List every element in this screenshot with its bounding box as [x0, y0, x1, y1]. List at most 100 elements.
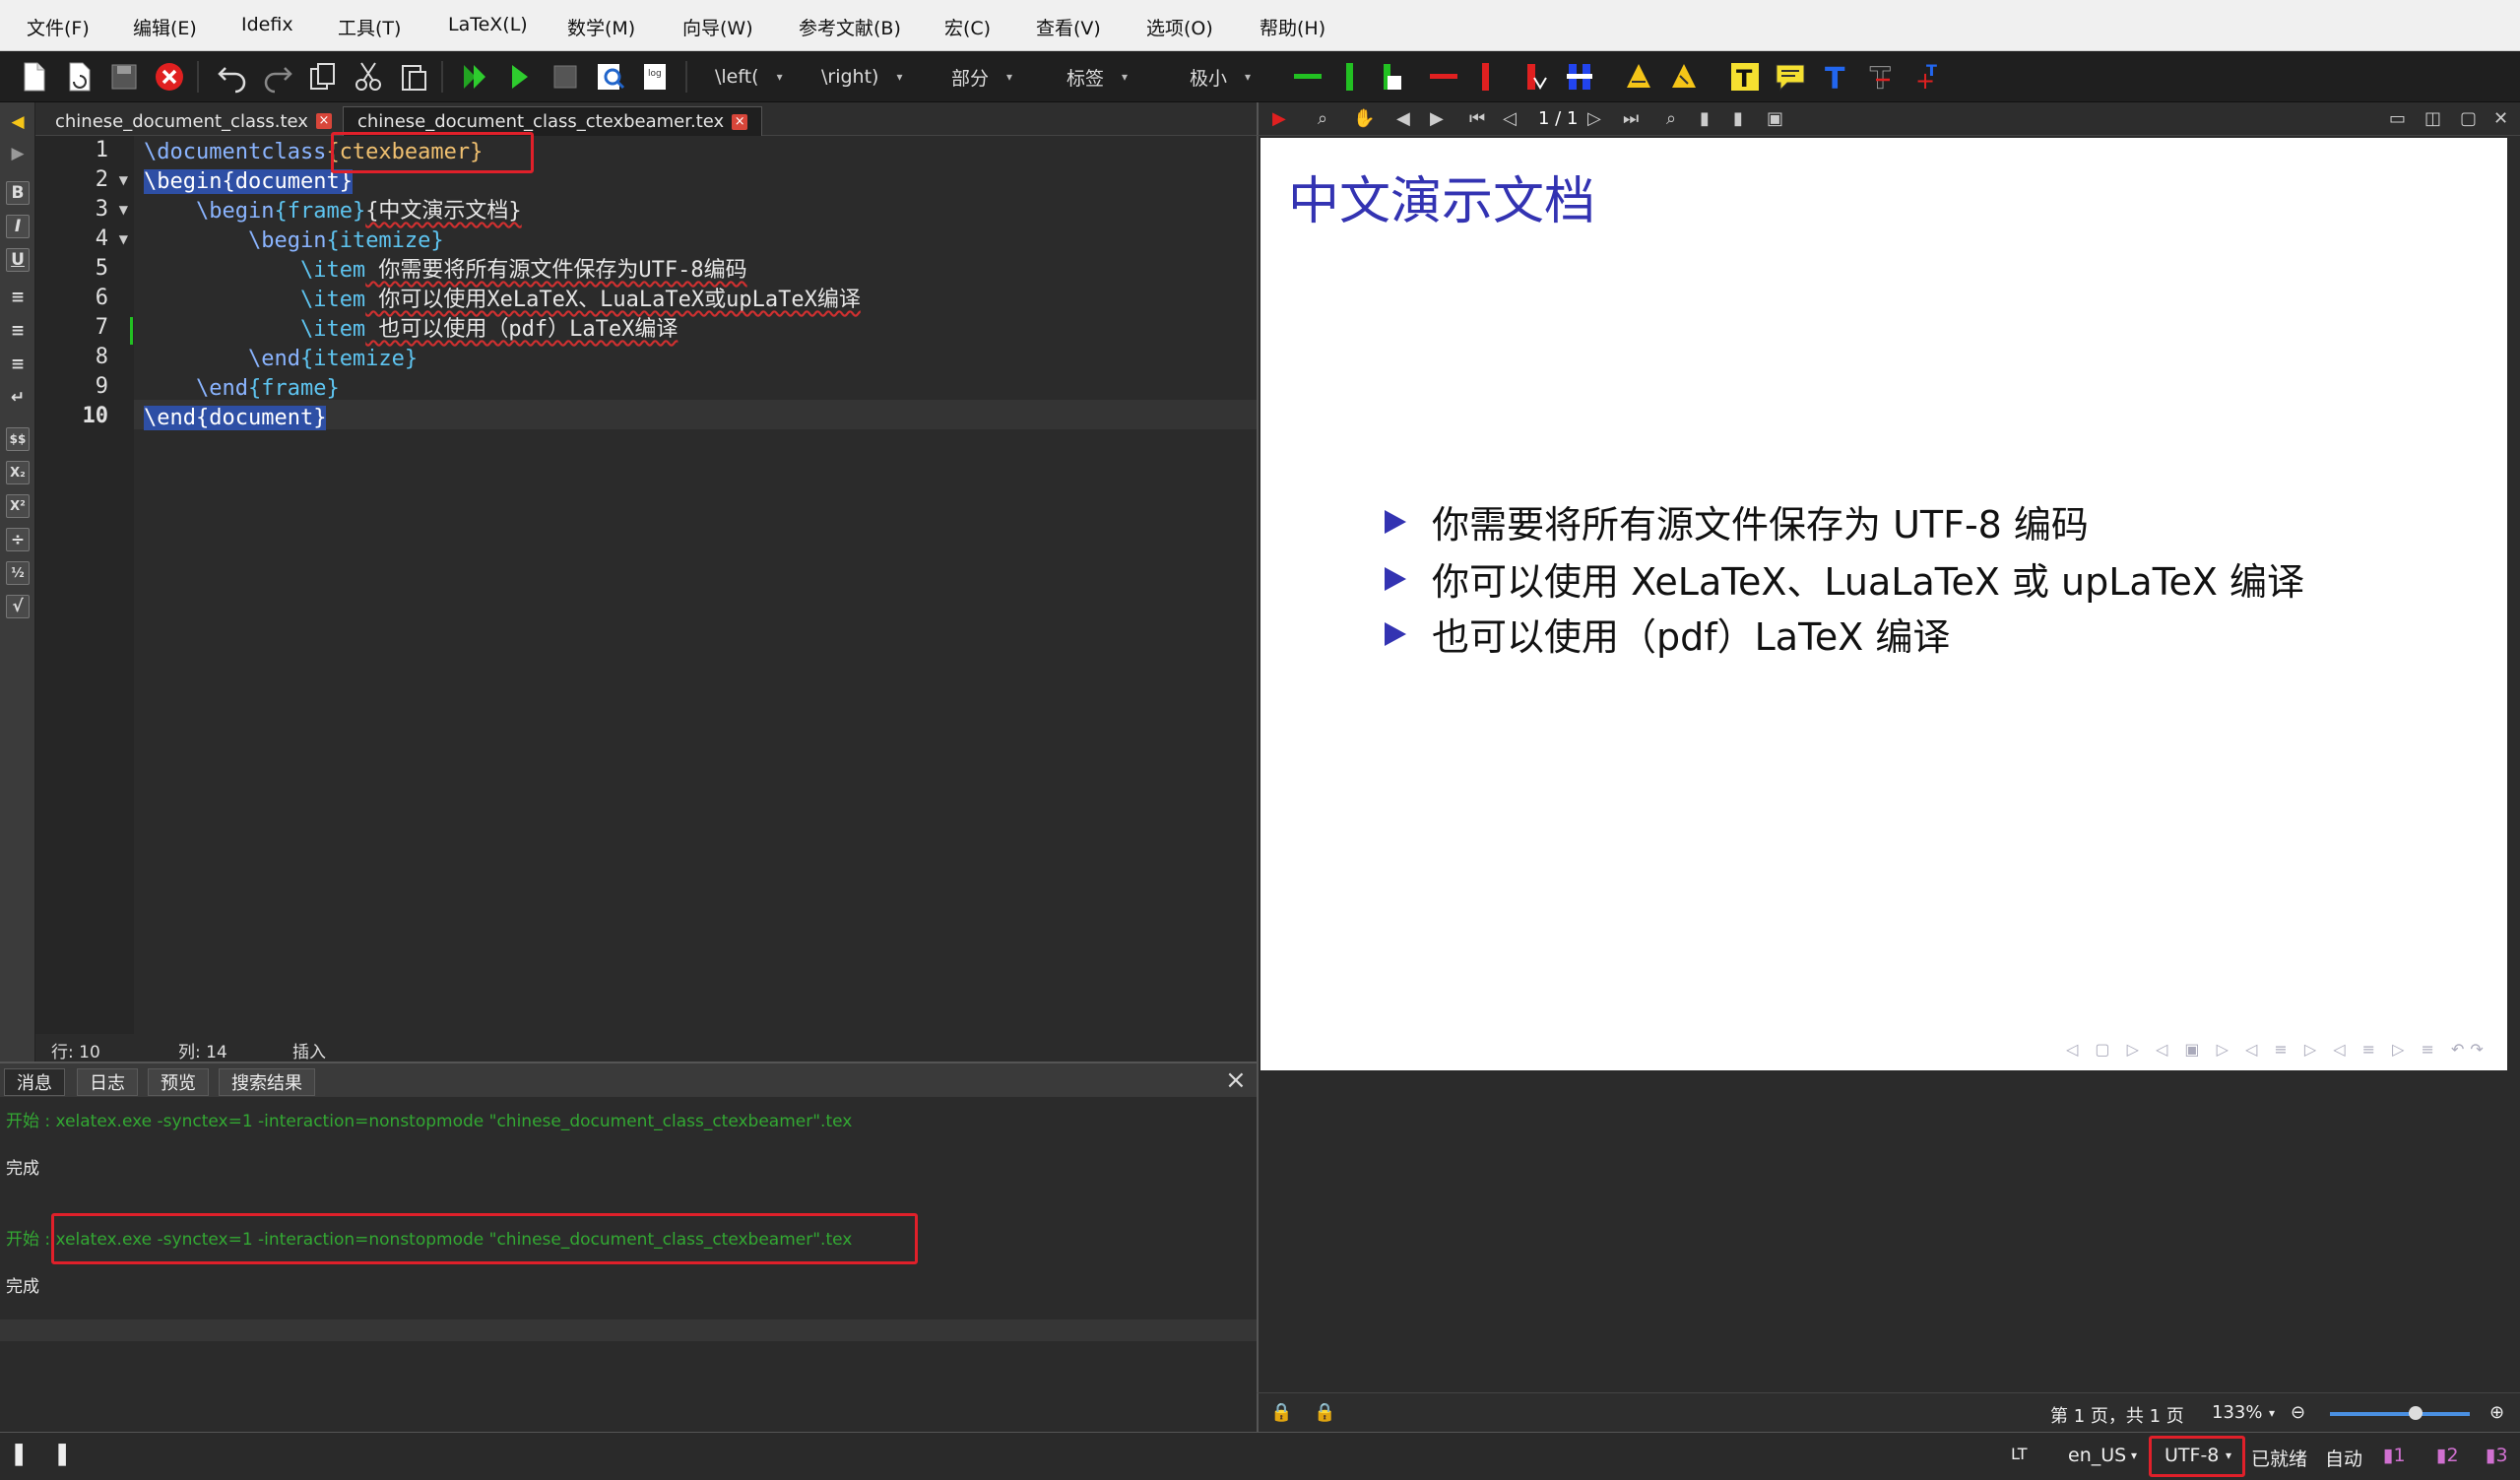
menu-math[interactable]: 数学(M) [567, 14, 635, 40]
italic-icon[interactable]: I [6, 215, 30, 238]
highlight-marker-icon[interactable] [1621, 59, 1656, 95]
table-add-column-icon[interactable] [1331, 59, 1367, 95]
language-dropdown-icon[interactable]: ▾ [2131, 1448, 2137, 1462]
text-strike-icon[interactable]: T [1863, 59, 1899, 95]
save-icon[interactable] [106, 59, 142, 95]
section-combo[interactable]: 部分 ▾ [951, 63, 1012, 91]
compile-icon[interactable] [502, 59, 538, 95]
superscript-icon[interactable]: X² [6, 494, 30, 518]
underline-icon[interactable]: U [6, 248, 30, 272]
sqrt-icon[interactable]: √ [6, 595, 30, 618]
close-viewer-icon[interactable]: ✕ [2493, 108, 2508, 129]
stop-compile-icon[interactable] [548, 59, 583, 95]
last-page-icon[interactable]: ⏭ [1623, 108, 1639, 129]
new-file-icon[interactable] [16, 59, 51, 95]
close-tab-icon[interactable]: × [315, 113, 332, 129]
menu-view[interactable]: 查看(V) [1036, 14, 1101, 40]
menu-bibliography[interactable]: 参考文献(B) [799, 14, 901, 40]
build-view-icon[interactable] [457, 59, 492, 95]
fold-arrow-icon[interactable]: ▼ [119, 203, 128, 217]
left-delimiter-combo[interactable]: \left(▾ [715, 63, 783, 91]
pdf-viewer[interactable]: 中文演示文档 你需要将所有源文件保存为 UTF-8 编码 你可以使用 XeLaT… [1257, 136, 2520, 1432]
zoom-search-icon[interactable]: ⌕ [1318, 108, 1327, 129]
bookmark-3-icon[interactable]: ▮3 [2486, 1445, 2508, 1466]
fold-arrow-icon[interactable]: ▼ [119, 173, 128, 187]
undo-icon[interactable] [215, 59, 250, 95]
zoom-out-icon[interactable]: ⊖ [2291, 1402, 2305, 1423]
table-remove-row-icon[interactable] [1426, 59, 1461, 95]
table-align-icon[interactable] [1562, 59, 1597, 95]
open-file-icon[interactable] [61, 59, 97, 95]
tab-preview[interactable]: 预览 [148, 1068, 209, 1096]
menu-options[interactable]: 选项(O) [1146, 14, 1213, 40]
next-page-icon[interactable]: ▷ [1587, 108, 1601, 129]
math-mode-icon[interactable]: $$ [6, 427, 30, 451]
zoom-in-icon[interactable]: ⊕ [2489, 1402, 2504, 1423]
redo-icon[interactable] [260, 59, 295, 95]
tab-chinese-document-class[interactable]: chinese_document_class.tex × [41, 106, 346, 136]
close-tab-icon[interactable]: × [732, 113, 748, 130]
menu-help[interactable]: 帮助(H) [1260, 14, 1325, 40]
fold-arrow-icon[interactable]: ▼ [119, 232, 128, 246]
single-page-icon[interactable]: ▮ [1700, 108, 1710, 129]
fit-page-icon[interactable]: ▣ [1767, 108, 1783, 129]
menu-idefix[interactable]: Idefix [241, 14, 293, 35]
text-blue-icon[interactable]: T [1818, 59, 1853, 95]
lock-icon[interactable]: 🔒 [1270, 1402, 1292, 1423]
view-log-icon[interactable]: log [638, 59, 674, 95]
maximize-viewer-icon[interactable]: ▢ [2460, 108, 2477, 129]
dock-viewer-icon[interactable]: ◫ [2424, 108, 2441, 129]
close-file-icon[interactable] [152, 59, 187, 95]
right-delimiter-combo[interactable]: \right) ▾ [821, 63, 903, 91]
close-panel-icon[interactable]: × [1225, 1065, 1247, 1095]
bookmark-2-icon[interactable]: ▮2 [2436, 1445, 2459, 1466]
text-box-icon[interactable]: T [1727, 59, 1763, 95]
cut-icon[interactable] [351, 59, 386, 95]
align-left-icon[interactable]: ≡ [6, 286, 30, 309]
menu-wizard[interactable]: 向导(W) [682, 14, 753, 40]
zoom-slider-handle[interactable] [2409, 1406, 2423, 1420]
bold-icon[interactable]: B [6, 181, 30, 205]
align-right-icon[interactable]: ≡ [6, 353, 30, 376]
dfrac-icon[interactable]: ½ [6, 561, 30, 585]
code-editor[interactable]: \documentclass{ctexbeamer} \begin{docume… [134, 136, 1257, 1040]
zoom-slider[interactable] [2330, 1412, 2470, 1416]
hand-tool-icon[interactable]: ✋ [1353, 108, 1375, 129]
tab-messages[interactable]: 消息 [4, 1068, 65, 1096]
tab-log[interactable]: 日志 [77, 1068, 138, 1096]
table-add-hline-icon[interactable] [1373, 59, 1408, 95]
menu-edit[interactable]: 编辑(E) [133, 14, 197, 40]
text-superscript-icon[interactable]: + T [1908, 59, 1944, 95]
bookmark-1-icon[interactable]: ▮1 [2383, 1445, 2406, 1466]
spell-language[interactable]: en_US [2068, 1445, 2126, 1466]
copy-icon[interactable] [305, 59, 341, 95]
toggle-messages-icon[interactable]: ▐ [51, 1445, 66, 1466]
zoom-dropdown-icon[interactable]: ▾ [2269, 1406, 2275, 1420]
tab-search-results[interactable]: 搜索结果 [219, 1068, 315, 1096]
zoom-level[interactable]: 133% [2212, 1402, 2262, 1423]
subscript-icon[interactable]: X₂ [6, 461, 30, 484]
table-add-row-icon[interactable] [1290, 59, 1325, 95]
first-page-icon[interactable]: ⏮ [1469, 108, 1485, 129]
languagetool-icon[interactable]: LT [2011, 1445, 2027, 1463]
align-center-icon[interactable]: ≡ [6, 319, 30, 343]
lock-sync-icon[interactable]: 🔒 [1314, 1402, 1335, 1423]
label-combo[interactable]: 标签 ▾ [1066, 63, 1128, 91]
page-indicator[interactable]: 1 / 1 [1538, 108, 1578, 129]
menu-tools[interactable]: 工具(T) [338, 14, 401, 40]
toggle-structure-icon[interactable]: ▐ [8, 1445, 23, 1466]
comment-icon[interactable] [1773, 59, 1808, 95]
view-pdf-icon[interactable] [593, 59, 628, 95]
find-icon[interactable]: ⌕ [1666, 108, 1676, 129]
table-remove-column-icon[interactable] [1467, 59, 1503, 95]
fraction-icon[interactable]: ÷ [6, 528, 30, 551]
paste-icon[interactable] [396, 59, 431, 95]
newline-icon[interactable]: ↵ [6, 386, 30, 410]
prev-page-icon[interactable]: ◁ [1503, 108, 1517, 129]
menu-file[interactable]: 文件(F) [27, 14, 90, 40]
arrow-right-icon[interactable]: ▶ [6, 142, 30, 165]
forward-icon[interactable]: ▶ [1430, 108, 1444, 129]
minimize-viewer-icon[interactable]: ▭ [2389, 108, 2406, 129]
menu-latex[interactable]: LaTeX(L) [448, 14, 528, 35]
continuous-icon[interactable]: ▮ [1733, 108, 1743, 129]
